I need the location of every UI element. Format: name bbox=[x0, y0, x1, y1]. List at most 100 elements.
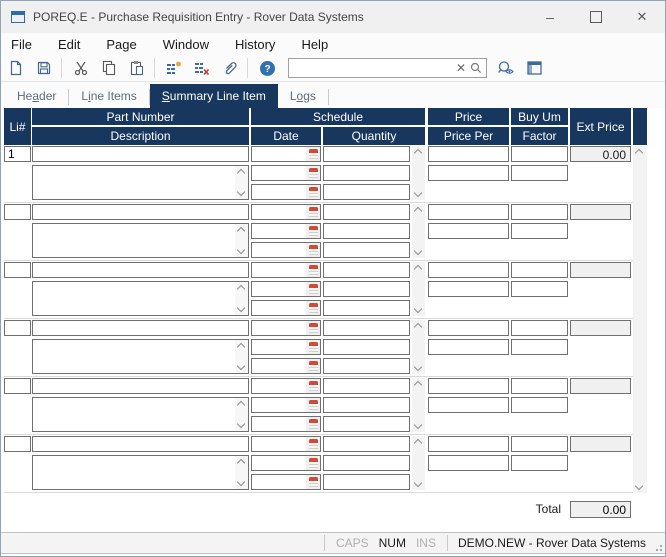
tab-logs[interactable]: Logs bbox=[278, 84, 328, 108]
quantity-input[interactable] bbox=[323, 300, 410, 316]
scroll-up-icon[interactable] bbox=[237, 285, 245, 293]
description-scrollbar[interactable] bbox=[235, 398, 248, 431]
calendar-icon[interactable] bbox=[306, 456, 320, 470]
menu-page[interactable]: Page bbox=[106, 35, 148, 54]
date-input[interactable] bbox=[252, 166, 304, 180]
price-per-input[interactable] bbox=[428, 223, 509, 239]
insert-line-icon[interactable] bbox=[161, 56, 187, 80]
date-input[interactable] bbox=[252, 417, 304, 431]
quantity-input[interactable] bbox=[323, 165, 410, 181]
quantity-input[interactable] bbox=[323, 204, 410, 220]
price-input[interactable] bbox=[428, 262, 509, 278]
schedule-scrollbar[interactable] bbox=[412, 146, 425, 200]
scroll-up-icon[interactable] bbox=[237, 169, 245, 177]
quantity-input[interactable] bbox=[323, 339, 410, 355]
part-number-input[interactable] bbox=[32, 320, 249, 336]
quantity-input[interactable] bbox=[323, 378, 410, 394]
factor-input[interactable] bbox=[511, 281, 568, 297]
scroll-down-icon[interactable] bbox=[414, 189, 422, 197]
scroll-up-icon[interactable] bbox=[237, 343, 245, 351]
scroll-down-icon[interactable] bbox=[414, 421, 422, 429]
scroll-down-icon[interactable] bbox=[237, 188, 245, 196]
factor-input[interactable] bbox=[511, 339, 568, 355]
price-input[interactable] bbox=[428, 320, 509, 336]
quantity-input[interactable] bbox=[323, 397, 410, 413]
preview-icon[interactable] bbox=[493, 56, 519, 80]
scroll-down-icon[interactable] bbox=[237, 362, 245, 370]
quantity-input[interactable] bbox=[323, 242, 410, 258]
date-input[interactable] bbox=[252, 340, 304, 354]
scroll-down-icon[interactable] bbox=[237, 420, 245, 428]
schedule-scrollbar[interactable] bbox=[412, 204, 425, 258]
quantity-input[interactable] bbox=[323, 358, 410, 374]
cut-icon[interactable] bbox=[68, 56, 94, 80]
schedule-scrollbar[interactable] bbox=[412, 436, 425, 490]
calendar-icon[interactable] bbox=[306, 437, 320, 451]
description-scrollbar[interactable] bbox=[235, 224, 248, 257]
tab-header[interactable]: Header bbox=[5, 84, 68, 108]
part-number-input[interactable] bbox=[32, 378, 249, 394]
quantity-input[interactable] bbox=[323, 455, 410, 471]
description-scrollbar[interactable] bbox=[235, 456, 248, 489]
line-number-input[interactable] bbox=[4, 436, 31, 452]
buy-um-input[interactable] bbox=[511, 204, 568, 220]
description-input[interactable] bbox=[33, 224, 237, 257]
scroll-up-icon[interactable] bbox=[635, 149, 643, 157]
minimize-icon[interactable] bbox=[527, 1, 573, 33]
price-per-input[interactable] bbox=[428, 165, 509, 181]
scroll-up-icon[interactable] bbox=[414, 207, 422, 215]
part-number-input[interactable] bbox=[32, 262, 249, 278]
factor-input[interactable] bbox=[511, 223, 568, 239]
scroll-down-icon[interactable] bbox=[414, 363, 422, 371]
price-per-input[interactable] bbox=[428, 281, 509, 297]
calendar-icon[interactable] bbox=[306, 224, 320, 238]
date-input[interactable] bbox=[252, 437, 304, 451]
maximize-icon[interactable] bbox=[573, 1, 619, 33]
price-per-input[interactable] bbox=[428, 339, 509, 355]
date-input[interactable] bbox=[252, 282, 304, 296]
scroll-down-icon[interactable] bbox=[635, 482, 643, 490]
help-icon[interactable]: ? bbox=[254, 56, 280, 80]
description-scrollbar[interactable] bbox=[235, 166, 248, 199]
price-input[interactable] bbox=[428, 378, 509, 394]
quantity-input[interactable] bbox=[323, 146, 410, 162]
factor-input[interactable] bbox=[511, 455, 568, 471]
quantity-input[interactable] bbox=[323, 416, 410, 432]
part-number-input[interactable] bbox=[32, 204, 249, 220]
part-number-input[interactable] bbox=[32, 146, 249, 162]
calendar-icon[interactable] bbox=[306, 301, 320, 315]
quantity-input[interactable] bbox=[323, 262, 410, 278]
scroll-up-icon[interactable] bbox=[414, 265, 422, 273]
schedule-scrollbar[interactable] bbox=[412, 262, 425, 316]
scroll-down-icon[interactable] bbox=[237, 246, 245, 254]
scroll-up-icon[interactable] bbox=[237, 459, 245, 467]
date-input[interactable] bbox=[252, 263, 304, 277]
description-scrollbar[interactable] bbox=[235, 340, 248, 373]
buy-um-input[interactable] bbox=[511, 436, 568, 452]
date-input[interactable] bbox=[252, 475, 304, 489]
calendar-icon[interactable] bbox=[306, 185, 320, 199]
quantity-input[interactable] bbox=[323, 320, 410, 336]
line-number-input[interactable] bbox=[4, 320, 31, 336]
price-input[interactable] bbox=[428, 146, 509, 162]
scroll-up-icon[interactable] bbox=[414, 439, 422, 447]
scroll-down-icon[interactable] bbox=[414, 247, 422, 255]
price-input[interactable] bbox=[428, 204, 509, 220]
close-icon[interactable] bbox=[619, 1, 665, 33]
quantity-input[interactable] bbox=[323, 436, 410, 452]
paste-icon[interactable] bbox=[124, 56, 150, 80]
scroll-up-icon[interactable] bbox=[414, 149, 422, 157]
scroll-up-icon[interactable] bbox=[237, 227, 245, 235]
factor-input[interactable] bbox=[511, 397, 568, 413]
date-input[interactable] bbox=[252, 379, 304, 393]
menu-edit[interactable]: Edit bbox=[58, 35, 92, 54]
copy-icon[interactable] bbox=[96, 56, 122, 80]
date-input[interactable] bbox=[252, 224, 304, 238]
scroll-down-icon[interactable] bbox=[414, 305, 422, 313]
grid-vertical-scrollbar[interactable] bbox=[633, 146, 647, 493]
description-scrollbar[interactable] bbox=[235, 282, 248, 315]
menu-file[interactable]: File bbox=[11, 35, 44, 54]
scroll-down-icon[interactable] bbox=[237, 478, 245, 486]
save-icon[interactable] bbox=[31, 56, 57, 80]
calendar-icon[interactable] bbox=[306, 321, 320, 335]
